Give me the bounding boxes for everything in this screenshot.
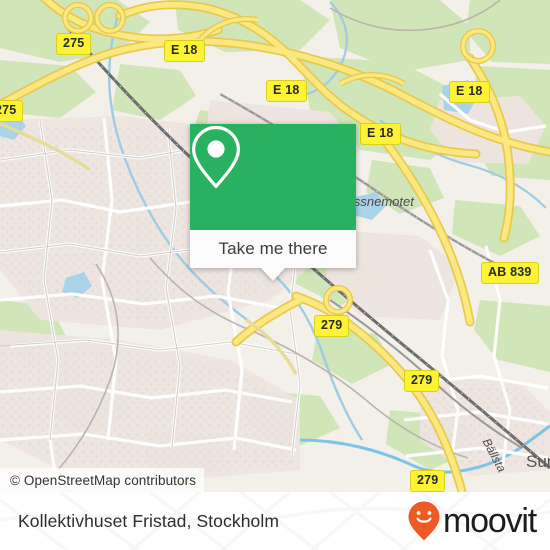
- take-me-there-label: Take me there: [218, 239, 328, 258]
- road-shield-e18-c: E 18: [449, 81, 490, 103]
- road-shield-ab839: AB 839: [481, 262, 539, 284]
- road-shield-275-a: 275: [56, 33, 92, 55]
- map-label-rissnemotet: issnemotet: [351, 194, 414, 209]
- road-shield-e18-b: E 18: [266, 80, 307, 102]
- footer-bar: Kollektivhuset Fristad, Stockholm moovit: [0, 492, 550, 550]
- moovit-wordmark: moovit: [443, 502, 537, 540]
- take-me-there-callout[interactable]: Take me there: [190, 124, 356, 281]
- road-shield-279-b: 279: [404, 370, 440, 392]
- place-title-text: Kollektivhuset Fristad, Stockholm: [18, 510, 280, 531]
- map-screenshot: issnemotet Bällsta Sun 275 275 E 18 E 18…: [0, 0, 550, 550]
- moovit-logo[interactable]: moovit: [407, 492, 537, 550]
- map-canvas[interactable]: issnemotet Bällsta Sun 275 275 E 18 E 18…: [0, 0, 550, 492]
- place-title: Kollektivhuset Fristad, Stockholm: [18, 492, 279, 550]
- callout-pointer-tail: [261, 268, 285, 281]
- road-shield-279-a: 279: [314, 315, 350, 337]
- road-shield-279-c: 279: [410, 470, 446, 492]
- osm-attribution-text: © OpenStreetMap contributors: [10, 472, 197, 488]
- take-me-there-button[interactable]: Take me there: [190, 230, 356, 268]
- moovit-smiley-pin-icon: [408, 501, 440, 541]
- callout-icon-area: [190, 124, 356, 230]
- map-label-sun: Sun: [526, 452, 550, 471]
- road-shield-e18-a: E 18: [164, 40, 205, 62]
- road-shield-275-b: 275: [0, 100, 24, 122]
- road-shield-e18-d: E 18: [360, 123, 401, 145]
- osm-attribution[interactable]: © OpenStreetMap contributors: [0, 468, 205, 492]
- map-pin-icon: [192, 125, 240, 189]
